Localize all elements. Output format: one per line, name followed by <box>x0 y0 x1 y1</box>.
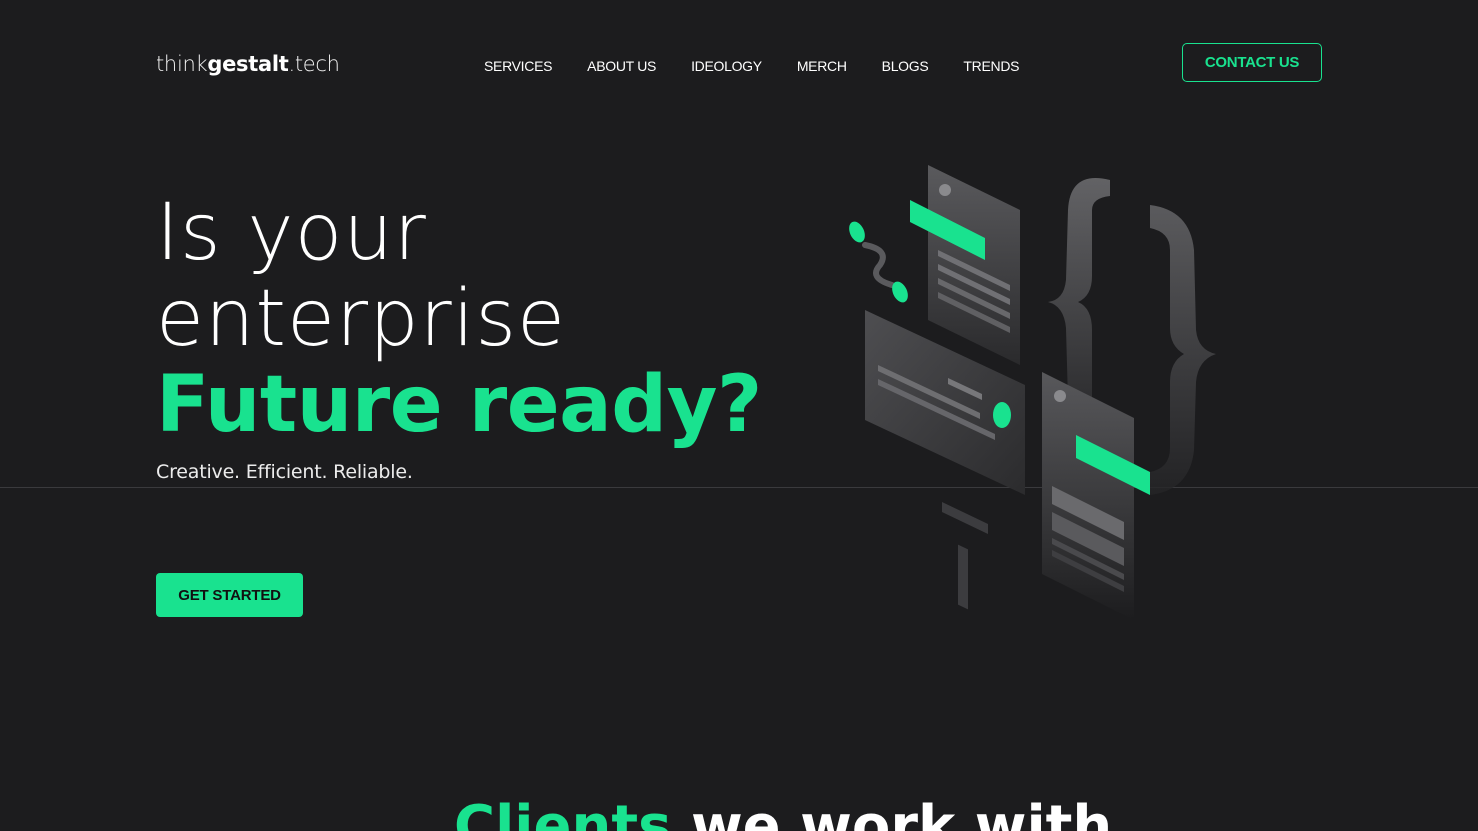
link-chain-icon <box>849 221 908 303</box>
hero-title-accent: Future ready? <box>156 360 762 450</box>
document-card-icon <box>928 165 1020 365</box>
hero-title: Is your enterprise Future ready? <box>156 190 762 448</box>
nav-item-trends[interactable]: TRENDS <box>963 58 1019 74</box>
contact-us-button[interactable]: CONTACT US <box>1182 43 1322 82</box>
nav-item-blogs[interactable]: BLOGS <box>882 58 929 74</box>
hero-tagline: Creative. Efficient. Reliable. <box>156 461 413 483</box>
nav-item-merch[interactable]: MERCH <box>797 58 847 74</box>
landing-page: thinkgestalt.tech SERVICES ABOUT US IDEO… <box>0 0 1478 831</box>
logo-suffix: .tech <box>288 52 340 76</box>
hero-illustration <box>849 165 1216 620</box>
logo-name: gestalt <box>207 52 289 76</box>
plus-icon <box>942 502 988 610</box>
hero-title-line-1: Is your <box>156 188 427 278</box>
nav-item-services[interactable]: SERVICES <box>484 58 552 74</box>
logo-prefix: think <box>156 52 208 76</box>
nav-item-about-us[interactable]: ABOUT US <box>587 58 656 74</box>
nav-item-ideology[interactable]: IDEOLOGY <box>691 58 762 74</box>
site-logo[interactable]: thinkgestalt.tech <box>156 52 340 76</box>
clients-heading-accent: Clients <box>454 794 672 831</box>
hero-title-line-2: enterprise <box>156 274 566 364</box>
clients-heading: Clients we work with <box>454 795 1112 831</box>
get-started-button[interactable]: GET STARTED <box>156 573 303 617</box>
document-card-icon <box>1042 372 1134 620</box>
clients-heading-rest: we work with <box>690 794 1113 831</box>
main-nav: SERVICES ABOUT US IDEOLOGY MERCH BLOGS T… <box>484 58 1054 74</box>
